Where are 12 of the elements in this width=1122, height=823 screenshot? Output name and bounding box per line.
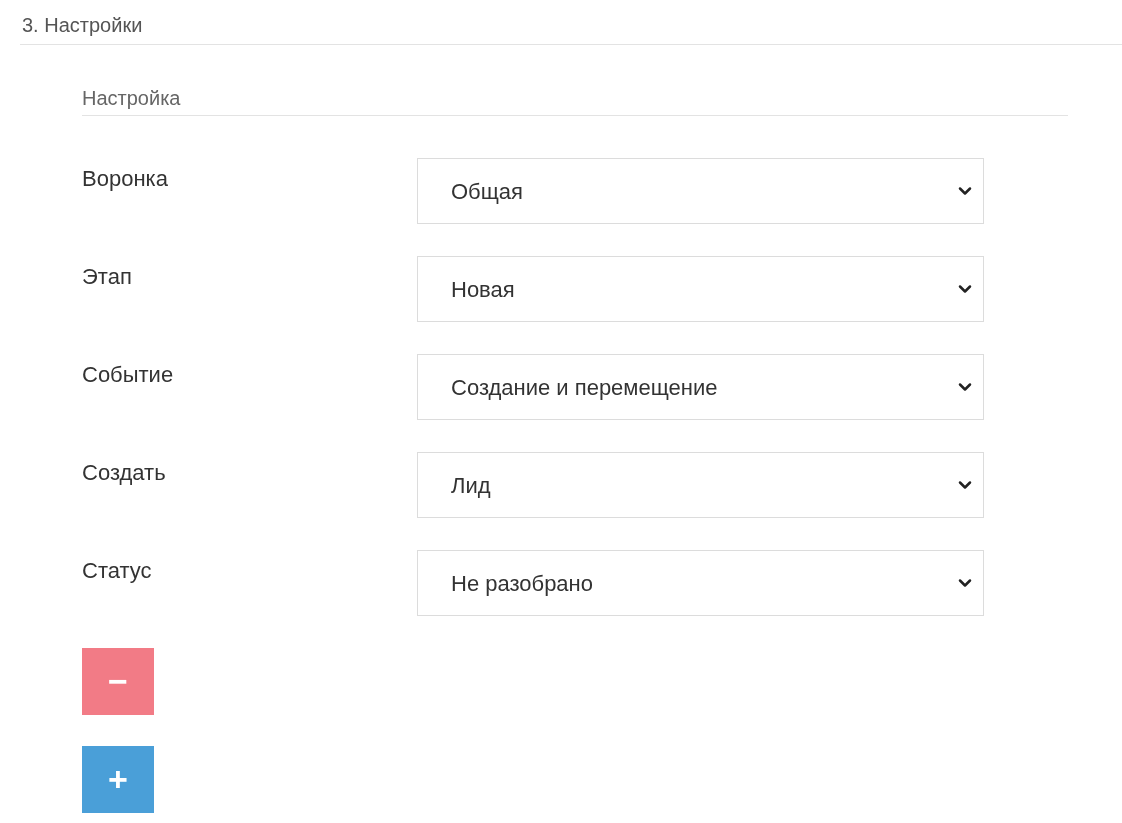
dropdown-select[interactable]: Создание и перемещение — [417, 354, 984, 420]
dropdown-select[interactable]: Новая — [417, 256, 984, 322]
field-label: Воронка — [82, 165, 169, 193]
dropdown-select[interactable]: Лид — [417, 452, 984, 518]
subsection-title: Настройка — [82, 87, 181, 109]
field-label: Этап — [82, 263, 133, 291]
field-label: Создать — [82, 459, 167, 487]
dropdown-select[interactable]: Общая — [417, 158, 984, 224]
field-label: Событие — [82, 361, 175, 389]
dropdown-select[interactable]: Не разобрано — [417, 550, 984, 616]
section-title: 3. Настройки — [22, 14, 143, 36]
field-label: Статус — [82, 557, 153, 585]
